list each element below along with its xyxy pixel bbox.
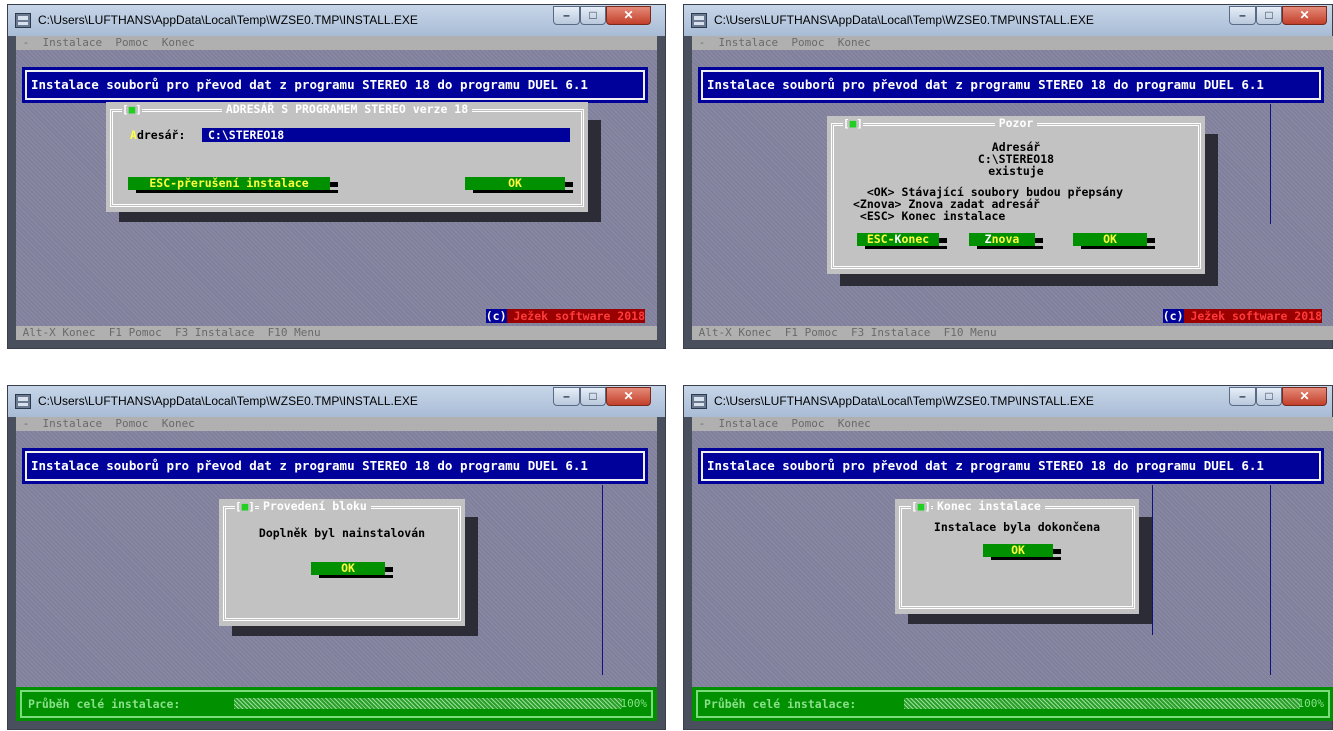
block-done-dialog: Provedení bloku [■] Doplněk byl nainstal… xyxy=(219,499,465,626)
dialog-title: Konec instalace xyxy=(933,499,1139,513)
overall-progress-bar: Průběh celé instalace: 100% xyxy=(16,687,657,721)
console-area: - Instalace Pomoc Konec Instalace soubor… xyxy=(692,36,1333,340)
ok-button-shadow xyxy=(319,575,393,578)
cancel-install-button[interactable]: ESC-přerušení instalace xyxy=(128,177,330,190)
console-app-icon[interactable] xyxy=(15,13,31,28)
menu-bar[interactable]: - Instalace Pomoc Konec xyxy=(16,417,657,431)
divider-line xyxy=(1270,485,1271,675)
warning-line-3: existuje xyxy=(988,164,1044,178)
cancel-button-shadow-edge xyxy=(330,182,338,187)
progress-percent: 100% xyxy=(1297,697,1325,710)
installer-banner: Instalace souborů pro převod dat z progr… xyxy=(698,67,1324,103)
ok-button-shadow-edge xyxy=(1147,238,1155,243)
finished-dialog: Konec instalace [■] Instalace byla dokon… xyxy=(895,499,1139,614)
address-dialog: ADRESÁŘ S PROGRAMEM STEREO verze 18 [■] … xyxy=(106,102,588,212)
dialog-title: Provedení bloku xyxy=(259,499,465,513)
option-esc: <ESC> Konec instalace xyxy=(853,209,1006,223)
esc-button-shadow-edge xyxy=(939,238,947,243)
znova-button-shadow xyxy=(977,246,1043,249)
installer-window-block-done: C:\Users\LUFTHANS\AppData\Local\Temp\WZS… xyxy=(7,385,666,730)
ok-button-shadow-edge xyxy=(1053,549,1061,554)
dialog-message: Doplněk byl nainstalován xyxy=(258,526,426,540)
progress-fill xyxy=(904,698,1300,709)
ok-button-shadow-edge xyxy=(565,182,573,187)
progress-label: Průběh celé instalace: xyxy=(704,697,857,711)
ok-button[interactable]: OK xyxy=(1073,233,1147,246)
minimize-button[interactable]: – xyxy=(553,6,580,25)
address-label: Adresář: xyxy=(130,128,186,142)
close-button[interactable]: ✕ xyxy=(1282,6,1327,25)
copyright-label: (c) Ježek software 2018 xyxy=(485,309,645,323)
console-app-icon[interactable] xyxy=(15,394,31,409)
menu-bar[interactable]: - Instalace Pomoc Konec xyxy=(692,417,1333,431)
overall-progress-bar: Průběh celé instalace: 100% xyxy=(692,687,1333,721)
installer-window-address: C:\Users\LUFTHANS\AppData\Local\Temp\WZS… xyxy=(7,4,666,349)
title-bar[interactable]: C:\Users\LUFTHANS\AppData\Local\Temp\WZS… xyxy=(684,386,1332,417)
ok-button-shadow-edge xyxy=(385,567,393,572)
window-title: C:\Users\LUFTHANS\AppData\Local\Temp\WZS… xyxy=(38,394,418,408)
progress-track xyxy=(904,698,1300,709)
console-app-icon[interactable] xyxy=(691,13,707,28)
progress-percent: 100% xyxy=(620,697,648,710)
cancel-button-shadow xyxy=(136,190,338,193)
dialog-message: Instalace byla dokončena xyxy=(933,520,1101,534)
window-title: C:\Users\LUFTHANS\AppData\Local\Temp\WZS… xyxy=(714,13,1094,27)
status-bar[interactable]: Alt-X Konec F1 Pomoc F3 Instalace F10 Me… xyxy=(16,326,657,340)
divider-line xyxy=(602,485,603,675)
installer-banner: Instalace souborů pro převod dat z progr… xyxy=(22,448,648,484)
menu-bar[interactable]: - Instalace Pomoc Konec xyxy=(16,36,657,50)
minimize-button[interactable]: – xyxy=(553,387,580,406)
close-button[interactable]: ✕ xyxy=(1282,387,1327,406)
esc-button-shadow xyxy=(865,246,947,249)
dialog-close-box[interactable]: [■] xyxy=(911,500,931,513)
divider-line xyxy=(1152,485,1153,635)
znova-button-shadow-edge xyxy=(1035,238,1043,243)
ok-button-shadow xyxy=(991,557,1061,560)
dialog-title: ADRESÁŘ S PROGRAMEM STEREO verze 18 xyxy=(106,102,588,116)
title-bar[interactable]: C:\Users\LUFTHANS\AppData\Local\Temp\WZS… xyxy=(8,5,665,36)
dialog-close-box[interactable]: [■] xyxy=(843,117,863,130)
console-area: - Instalace Pomoc Konec Instalace soubor… xyxy=(16,36,657,340)
dialog-close-box[interactable]: [■] xyxy=(122,103,142,116)
title-bar[interactable]: C:\Users\LUFTHANS\AppData\Local\Temp\WZS… xyxy=(8,386,665,417)
installer-window-finished: C:\Users\LUFTHANS\AppData\Local\Temp\WZS… xyxy=(683,385,1333,730)
maximize-button[interactable]: □ xyxy=(1256,6,1282,25)
dialog-title: Pozor xyxy=(827,116,1205,130)
window-title: C:\Users\LUFTHANS\AppData\Local\Temp\WZS… xyxy=(714,394,1094,408)
copyright-label: (c) Ježek software 2018 xyxy=(1162,309,1322,323)
ok-button[interactable]: OK xyxy=(983,544,1053,557)
warning-dialog: Pozor [■] Adresář C:\STEREO18 existuje <… xyxy=(827,116,1205,274)
installer-banner: Instalace souborů pro převod dat z progr… xyxy=(22,67,648,103)
installer-window-warning: C:\Users\LUFTHANS\AppData\Local\Temp\WZS… xyxy=(683,4,1333,349)
minimize-button[interactable]: – xyxy=(1229,6,1256,25)
divider-line xyxy=(1270,104,1271,224)
minimize-button[interactable]: – xyxy=(1229,387,1256,406)
console-area: - Instalace Pomoc Konec Instalace soubor… xyxy=(16,417,657,721)
esc-konec-button[interactable]: ESC-Konec xyxy=(857,233,939,246)
window-title: C:\Users\LUFTHANS\AppData\Local\Temp\WZS… xyxy=(38,13,418,27)
close-button[interactable]: ✕ xyxy=(606,6,651,25)
znova-button[interactable]: Znova xyxy=(969,233,1035,246)
console-area: - Instalace Pomoc Konec Instalace soubor… xyxy=(692,417,1333,721)
ok-button-shadow xyxy=(1081,246,1155,249)
progress-fill xyxy=(234,698,622,709)
close-button[interactable]: ✕ xyxy=(606,387,651,406)
address-input[interactable]: C:\STEREO18 xyxy=(202,128,570,142)
dialog-close-box[interactable]: [■] xyxy=(235,500,255,513)
progress-track xyxy=(234,698,622,709)
maximize-button[interactable]: □ xyxy=(1256,387,1282,406)
progress-label: Průběh celé instalace: xyxy=(28,697,181,711)
ok-button[interactable]: OK xyxy=(465,177,565,190)
title-bar[interactable]: C:\Users\LUFTHANS\AppData\Local\Temp\WZS… xyxy=(684,5,1332,36)
ok-button[interactable]: OK xyxy=(311,562,385,575)
ok-button-shadow xyxy=(473,190,573,193)
maximize-button[interactable]: □ xyxy=(580,6,606,25)
status-bar[interactable]: Alt-X Konec F1 Pomoc F3 Instalace F10 Me… xyxy=(692,326,1333,340)
installer-banner: Instalace souborů pro převod dat z progr… xyxy=(698,448,1324,484)
menu-bar[interactable]: - Instalace Pomoc Konec xyxy=(692,36,1333,50)
console-app-icon[interactable] xyxy=(691,394,707,409)
maximize-button[interactable]: □ xyxy=(580,387,606,406)
